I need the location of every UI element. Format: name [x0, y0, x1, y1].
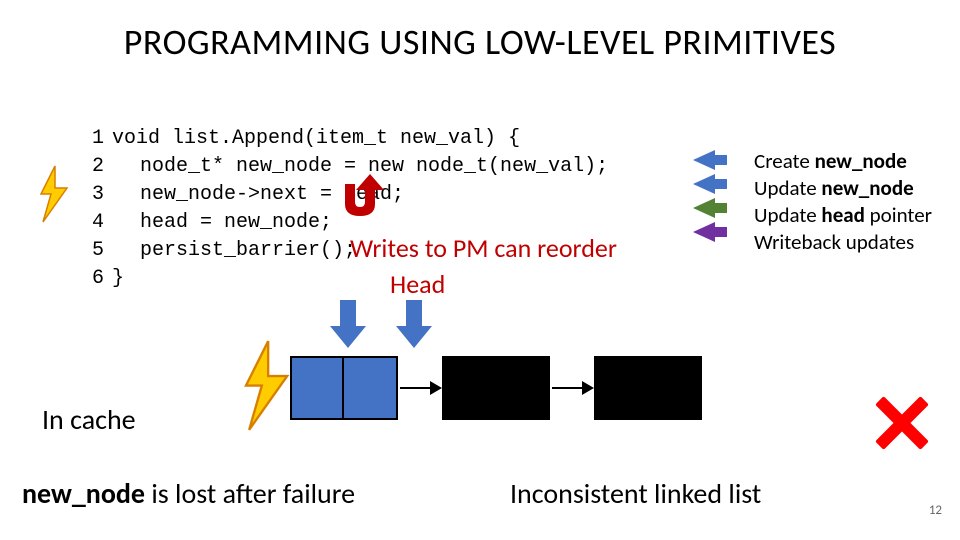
head-pointer-label: Head: [390, 268, 445, 300]
annotation-line: Writeback updates: [754, 229, 932, 256]
arrow-left-icon: [693, 198, 715, 218]
list-node: [442, 356, 550, 420]
node-data-cell: [444, 358, 496, 418]
footer-note-left: new_node is lost after failure: [22, 476, 355, 511]
linked-list-diagram: [290, 356, 702, 420]
code-text: head = new_node;: [112, 209, 332, 237]
footer-left-rest: is lost after failure: [145, 476, 355, 511]
node-data-cell: [596, 358, 648, 418]
arrow-left-icon: [693, 150, 715, 170]
reorder-label: Writes to PM can reorder: [350, 232, 617, 264]
list-node: [594, 356, 702, 420]
annotation-post: pointer: [865, 202, 932, 228]
annotation-pre: Writeback updates: [754, 229, 914, 255]
annotation-arrow-group: [693, 150, 715, 242]
node-pointer-cell: [496, 358, 548, 418]
arrow-down-icon: [330, 300, 366, 350]
arrow-down-icon: [396, 300, 432, 350]
arrow-left-icon: [693, 174, 715, 194]
line-number: 1: [80, 125, 104, 153]
line-number: 4: [80, 209, 104, 237]
code-text: persist_barrier();: [112, 237, 356, 265]
uturn-arrow-icon: [330, 174, 390, 224]
footer-note-right: Inconsistent linked list: [510, 476, 761, 511]
code-line-1: 1 void list.Append(item_t new_val) {: [80, 125, 608, 153]
annotation-pre: Create: [754, 148, 815, 174]
annotation-bold: new_node: [821, 175, 913, 201]
lightning-icon: [230, 338, 300, 433]
cross-error-icon: [872, 395, 928, 451]
slide-title: PROGRAMMING USING LOW-LEVEL PRIMITIVES: [0, 0, 960, 64]
pointer-arrow-icon: [400, 387, 440, 389]
node-pointer-cell: [344, 358, 396, 418]
line-number: 5: [80, 237, 104, 265]
in-cache-label: In cache: [42, 402, 136, 437]
code-text: }: [112, 265, 124, 293]
footer-left-bold: new_node: [22, 476, 145, 511]
pointer-arrow-icon: [552, 387, 592, 389]
annotation-bold: new_node: [815, 148, 907, 174]
annotation-bold: head: [821, 202, 864, 228]
line-number: 2: [80, 153, 104, 181]
head-down-arrows: [330, 300, 432, 350]
code-text: void list.Append(item_t new_val) {: [112, 125, 520, 153]
code-line-6: 6 }: [80, 265, 608, 293]
page-number: 12: [929, 503, 942, 518]
annotation-line: Update head pointer: [754, 202, 932, 229]
annotation-line: Create new_node: [754, 148, 932, 175]
arrow-left-icon: [693, 222, 715, 242]
node-pointer-cell: [648, 358, 700, 418]
line-number: 6: [80, 265, 104, 293]
annotation-list: Create new_node Update new_node Update h…: [754, 148, 932, 256]
annotation-pre: Update: [754, 202, 821, 228]
annotation-pre: Update: [754, 175, 821, 201]
list-node: [290, 356, 398, 420]
annotation-line: Update new_node: [754, 175, 932, 202]
line-number: 3: [80, 181, 104, 209]
lightning-icon: [30, 164, 76, 224]
